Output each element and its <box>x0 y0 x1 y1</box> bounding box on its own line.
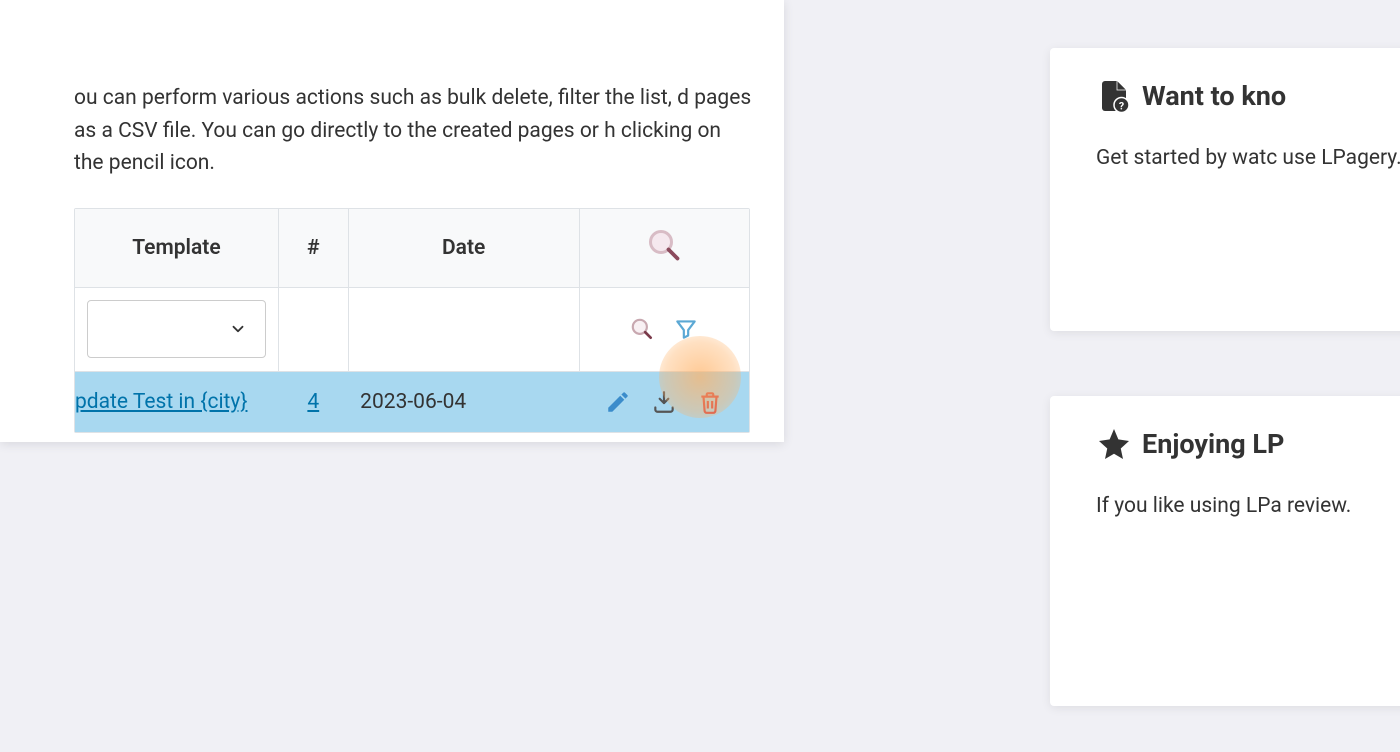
main-panel: ou can perform various actions such as b… <box>0 0 784 442</box>
filter-template-cell <box>75 287 278 371</box>
card-review-title: Enjoying LP <box>1096 426 1400 462</box>
magnifier-icon <box>646 227 682 263</box>
filter-icon[interactable] <box>673 316 699 342</box>
header-hash[interactable]: # <box>278 209 348 288</box>
file-help-icon: ? <box>1096 78 1132 114</box>
card-docs-text: Get started by watc use LPagery. <box>1096 142 1400 176</box>
cell-template: pdate Test in {city} <box>75 371 278 432</box>
pencil-icon[interactable] <box>605 389 631 415</box>
trash-icon[interactable] <box>697 389 723 415</box>
card-review-text: If you like using LPa review. <box>1096 490 1400 524</box>
table-row[interactable]: pdate Test in {city} 4 2023-06-04 <box>75 371 749 432</box>
template-select[interactable] <box>87 300 266 358</box>
count-link[interactable]: 4 <box>307 390 319 414</box>
header-actions <box>579 209 749 288</box>
sidebar-card-review: Enjoying LP If you like using LPa review… <box>1050 396 1400 706</box>
chevron-down-icon <box>229 320 247 338</box>
card-docs-title: ? Want to kno <box>1096 78 1400 114</box>
cell-actions <box>579 371 749 432</box>
card-review-title-text: Enjoying LP <box>1142 428 1284 460</box>
history-table: Template # Date <box>74 208 750 433</box>
template-link[interactable]: pdate Test in {city} <box>75 390 247 414</box>
download-icon[interactable] <box>651 389 677 415</box>
header-date[interactable]: Date <box>348 209 579 288</box>
star-icon <box>1096 426 1132 462</box>
filter-row <box>75 287 749 371</box>
header-template[interactable]: Template <box>75 209 278 288</box>
card-docs-title-text: Want to kno <box>1142 80 1286 112</box>
svg-text:?: ? <box>1119 100 1124 113</box>
filter-date-cell <box>348 287 579 371</box>
sidebar-card-docs: ? Want to kno Get started by watc use LP… <box>1050 48 1400 331</box>
description-text: ou can perform various actions such as b… <box>74 82 754 180</box>
search-icon[interactable] <box>629 316 655 342</box>
cell-date: 2023-06-04 <box>348 371 579 432</box>
filter-hash-cell <box>278 287 348 371</box>
cell-count: 4 <box>278 371 348 432</box>
filter-actions-cell <box>579 287 749 371</box>
